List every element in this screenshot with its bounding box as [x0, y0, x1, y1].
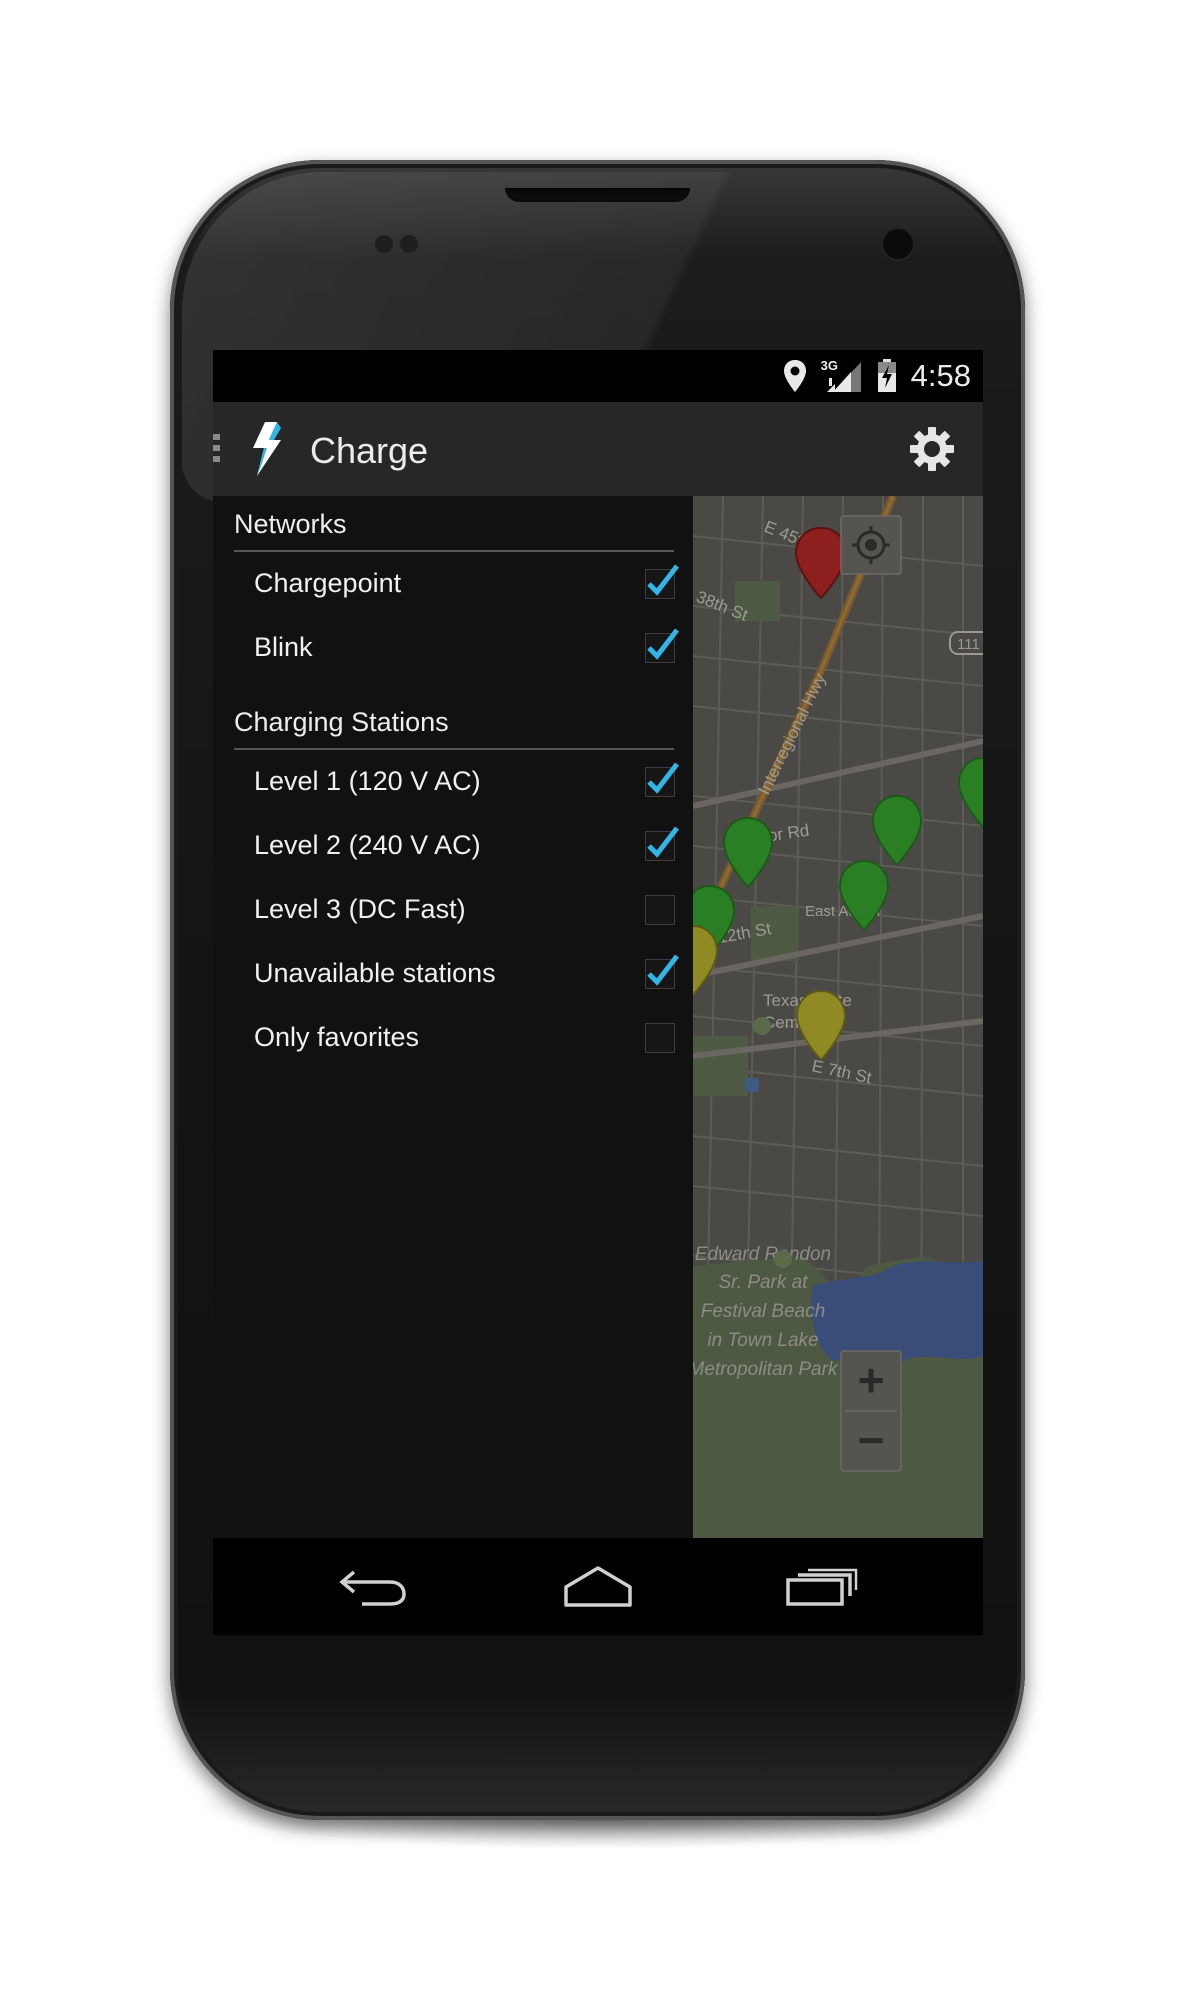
gear-icon[interactable] [909, 426, 955, 472]
battery-charging-icon [877, 359, 896, 392]
filter-item-label: Unavailable stations [254, 958, 496, 988]
map-view[interactable]: E 45th St 38th St Interregional Hwy Mano… [693, 496, 983, 1538]
lightning-bolt-icon[interactable] [248, 420, 288, 478]
filter-item-level-3[interactable]: Level 3 (DC Fast) [234, 879, 675, 943]
filter-item-only-favorites[interactable]: Only favorites [234, 1007, 675, 1071]
system-navigation-bar [213, 1538, 983, 1635]
section-title: Charging Stations [234, 707, 449, 737]
filter-item-label: Only favorites [254, 1022, 420, 1052]
tree-icon [753, 1017, 771, 1035]
map-label-park: Metropolitan Park [693, 1359, 839, 1380]
map-label-park: Festival Beach [701, 1301, 826, 1322]
earpiece-speaker [505, 188, 690, 202]
screen: 3G 4:58 Charge Networks Chargepoint Blin… [213, 350, 983, 1635]
checkbox-checked[interactable] [645, 564, 679, 599]
clock: 4:58 [910, 358, 971, 393]
status-bar: 3G 4:58 [213, 350, 983, 402]
filter-item-level-1[interactable]: Level 1 (120 V AC) [234, 751, 679, 815]
filter-drawer: Networks Chargepoint Blink Charging Stat… [213, 496, 693, 1538]
filter-item-label: Level 2 (240 V AC) [254, 830, 481, 860]
zoom-out-button[interactable]: − [858, 1414, 885, 1466]
filter-item-level-2[interactable]: Level 2 (240 V AC) [234, 815, 679, 879]
front-camera [883, 229, 913, 259]
proximity-sensor [375, 235, 393, 253]
map-label-park: Sr. Park at [718, 1272, 808, 1293]
filter-item-label: Level 3 (DC Fast) [254, 894, 466, 924]
section-header-charging-stations: Charging Stations [234, 700, 674, 750]
filter-item-chargepoint[interactable]: Chargepoint [234, 553, 679, 617]
light-sensor [400, 235, 418, 253]
app-title: Charge [310, 430, 429, 471]
my-location-button[interactable] [840, 515, 902, 575]
home-icon[interactable] [560, 1565, 636, 1609]
filter-item-label: Blink [254, 632, 313, 662]
location-icon [783, 360, 806, 392]
checkbox-unchecked[interactable] [645, 1023, 675, 1053]
map-label-park: Edward Rendon [695, 1244, 831, 1265]
checkbox-checked[interactable] [645, 954, 679, 989]
checkbox-checked[interactable] [645, 762, 679, 797]
drawer-indicator-icon[interactable] [213, 434, 221, 466]
filter-item-unavailable-stations[interactable]: Unavailable stations [234, 943, 679, 1007]
filter-item-label: Level 1 (120 V AC) [254, 766, 481, 796]
tree-icon [774, 1250, 792, 1268]
transit-icon [745, 1078, 759, 1092]
checkbox-checked[interactable] [645, 628, 679, 663]
signal-icon: 3G [821, 358, 863, 394]
recent-apps-icon[interactable] [786, 1566, 858, 1606]
section-title: Networks [234, 509, 347, 539]
action-bar: Charge [213, 402, 983, 498]
section-header-networks: Networks [234, 502, 674, 552]
zoom-in-button[interactable]: + [858, 1354, 885, 1406]
map-label-park: in Town Lake [707, 1330, 818, 1351]
back-icon[interactable] [338, 1568, 408, 1608]
filter-item-blink[interactable]: Blink [234, 617, 679, 681]
filter-item-label: Chargepoint [254, 568, 402, 598]
checkbox-unchecked[interactable] [645, 895, 675, 925]
checkbox-checked[interactable] [645, 826, 679, 861]
park-area [693, 1036, 748, 1096]
route-badge-label: 111 [957, 636, 980, 653]
